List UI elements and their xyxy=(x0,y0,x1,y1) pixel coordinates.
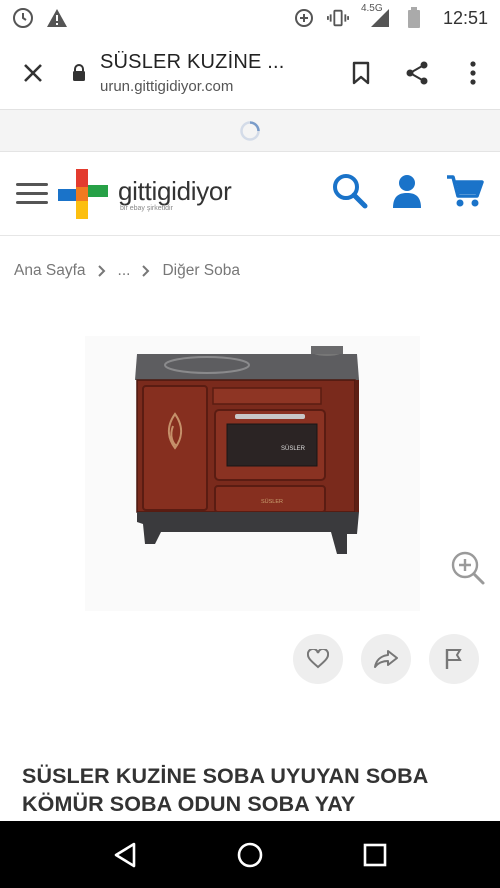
vibrate-icon xyxy=(326,7,349,29)
lock-icon xyxy=(72,64,90,81)
site-logo[interactable]: gittigidiyor bir ebay şirketidir xyxy=(54,165,232,223)
home-icon[interactable] xyxy=(230,835,270,875)
product-actions xyxy=(0,634,500,686)
search-icon[interactable] xyxy=(332,173,368,214)
breadcrumb-item-ellipsis[interactable]: ... xyxy=(118,262,131,280)
cart-icon[interactable] xyxy=(446,174,484,213)
zoom-in-icon[interactable] xyxy=(450,550,486,591)
back-icon[interactable] xyxy=(105,835,145,875)
recents-icon[interactable] xyxy=(355,835,395,875)
chevron-right-icon xyxy=(97,265,106,277)
share-icon[interactable] xyxy=(404,60,430,86)
tab-page-title: SÜSLER KUZİNE ... xyxy=(100,50,285,73)
brand-plate-text: SÜSLER xyxy=(281,445,306,452)
loading-spinner-icon xyxy=(240,120,260,141)
battery-icon xyxy=(403,7,425,29)
page-loading-bar xyxy=(0,110,500,152)
product-gallery: SÜSLER SÜSLER xyxy=(0,306,500,701)
page-url: urun.gittigidiyor.com xyxy=(100,77,234,95)
warning-icon xyxy=(46,7,68,29)
favorite-icon[interactable] xyxy=(293,634,343,684)
system-nav-bar xyxy=(0,821,500,888)
network-type: 4.5G xyxy=(360,3,383,14)
bookmark-icon[interactable] xyxy=(348,60,374,86)
logo-text: gittigidiyor xyxy=(118,175,232,206)
clock-icon xyxy=(12,7,34,29)
menu-icon[interactable] xyxy=(16,183,48,204)
more-vert-icon[interactable] xyxy=(460,60,486,86)
logo-mark-icon xyxy=(58,168,108,219)
signal-icon: 4.5G xyxy=(361,3,391,29)
browser-toolbar: SÜSLER KUZİNE ... urun.gittigidiyor.com xyxy=(0,36,500,110)
share-arrow-icon[interactable] xyxy=(361,634,411,684)
drawer-plate-text: SÜSLER xyxy=(261,498,283,505)
data-saver-icon xyxy=(293,7,315,29)
chevron-right-icon xyxy=(142,265,150,277)
product-title: SÜSLER KUZİNE SOBA UYUYAN SOBA KÖMÜR SOB… xyxy=(22,764,428,816)
product-image[interactable]: SÜSLER SÜSLER xyxy=(85,336,420,611)
breadcrumb: Ana Sayfa ... Diğer Soba xyxy=(0,236,500,306)
user-icon[interactable] xyxy=(392,174,422,213)
status-bar: 4.5G 12:51 xyxy=(0,0,500,36)
report-flag-icon[interactable] xyxy=(429,634,479,684)
site-header: gittigidiyor bir ebay şirketidir xyxy=(0,152,500,236)
clock-time: 12:51 xyxy=(442,7,488,28)
breadcrumb-item-home[interactable]: Ana Sayfa xyxy=(14,262,86,280)
address-bar[interactable]: SÜSLER KUZİNE ... urun.gittigidiyor.com xyxy=(72,51,336,95)
breadcrumb-item-current[interactable]: Diğer Soba xyxy=(162,262,240,280)
close-icon[interactable] xyxy=(18,58,48,88)
